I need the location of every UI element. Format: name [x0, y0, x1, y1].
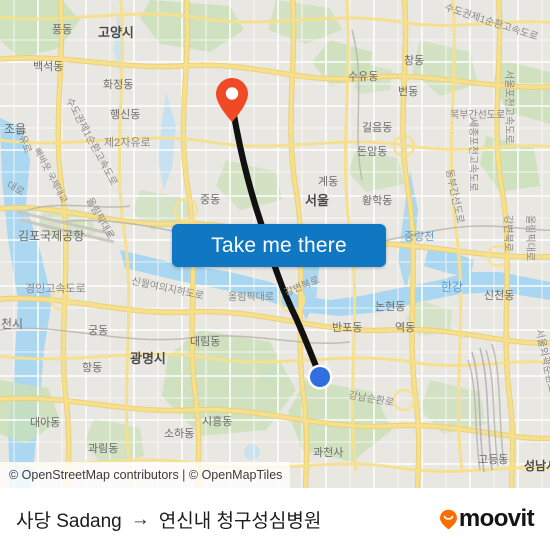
- map-label: 소하동: [164, 426, 194, 440]
- footer-bar: 사당 Sadang → 연신내 청구성심병원 moovit: [0, 488, 550, 550]
- moovit-pin-icon: [439, 509, 457, 529]
- map-label: 천시: [1, 316, 23, 331]
- map-label: 대아동: [30, 416, 60, 429]
- moovit-route-screen: 풍동 고양시 백석동 화정동 수도권제1순환고속도로 행신동 제2자유로 자유로 조읍 빠바웃 국…: [0, 0, 550, 550]
- map-attribution: © OpenStreetMap contributors | © OpenMap…: [0, 462, 290, 488]
- map-label: 역동: [395, 321, 415, 334]
- map-label: 논현동: [375, 300, 405, 313]
- map-label: 번동: [398, 85, 418, 98]
- map-label: 과천사: [313, 445, 343, 459]
- map-label: 올림픽대로: [228, 291, 274, 303]
- map-label: 제2자유로: [104, 136, 151, 149]
- map-label: 길음동: [362, 121, 392, 134]
- map-label: 중동: [200, 194, 220, 206]
- destination-dot-icon[interactable]: [306, 363, 334, 391]
- map-label: 올림픽대로: [524, 215, 536, 261]
- route-summary: 사당 Sadang → 연신내 청구성심병원: [16, 506, 321, 533]
- map-label: 창동: [404, 54, 424, 67]
- map-label: 한강: [441, 280, 463, 294]
- map-label: 화정동: [103, 78, 133, 91]
- attribution-text: © OpenStreetMap contributors | © OpenMap…: [9, 468, 283, 482]
- map-label: 과림동: [88, 442, 118, 455]
- map-label: 세종포천고속도로: [467, 118, 479, 192]
- map-label: 수유동: [348, 70, 378, 83]
- map-label: 대림동: [190, 335, 220, 348]
- map-label: 경인고속도로: [25, 282, 86, 295]
- map-label: 황학동: [362, 194, 392, 207]
- map-label: 백석동: [33, 60, 63, 73]
- map-label: 행신동: [110, 108, 140, 121]
- map-label: 계동: [318, 175, 338, 188]
- route-origin: 사당 Sadang: [16, 510, 122, 532]
- map-label: 반포동: [332, 321, 362, 334]
- map-label: 강변북로: [502, 215, 514, 252]
- moovit-wordmark: moovit: [458, 505, 535, 532]
- map-label: 궁동: [88, 325, 108, 337]
- map-label: 김포국제공항: [18, 229, 84, 243]
- map-label: 서울: [305, 193, 329, 208]
- map-label: 풍동: [52, 23, 72, 36]
- take-me-there-button[interactable]: Take me there: [172, 224, 386, 267]
- map-label: 고양시: [98, 25, 134, 40]
- map-label: 신천동: [484, 288, 514, 302]
- take-me-there-label: Take me there: [211, 234, 347, 257]
- map-canvas[interactable]: 풍동 고양시 백석동 화정동 수도권제1순환고속도로 행신동 제2자유로 자유로 조읍 빠바웃 국…: [0, 0, 550, 488]
- map-label: 시흥동: [202, 414, 232, 428]
- map-label: 광명시: [130, 351, 166, 366]
- map-label: 성남시: [524, 458, 550, 473]
- map-label: 서울포천고속도로: [503, 70, 515, 144]
- arrow-right-icon: →: [130, 508, 150, 530]
- map-label: 돈암동: [357, 145, 387, 158]
- map-label: 조읍: [4, 122, 26, 136]
- moovit-logo[interactable]: moovit: [439, 505, 535, 532]
- origin-pin-icon[interactable]: [214, 76, 250, 124]
- route-destination: 연신내 청구성심병원: [158, 510, 322, 532]
- map-label: 항동: [82, 361, 102, 374]
- map-label: 고등동: [478, 453, 508, 466]
- map-label: 중랑천: [404, 229, 434, 243]
